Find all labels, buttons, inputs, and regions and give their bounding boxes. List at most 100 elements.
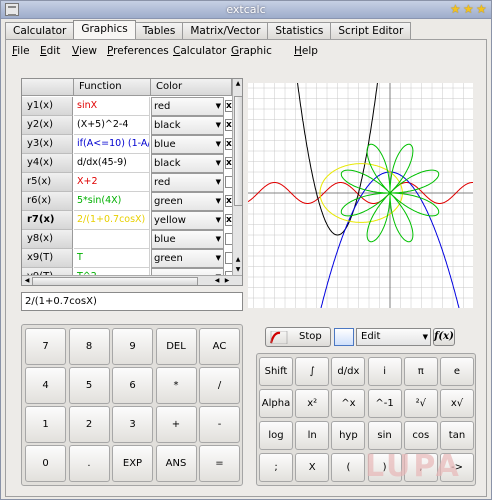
- menu-calculator[interactable]: Calculator: [173, 45, 226, 57]
- key-button[interactable]: DEL: [155, 328, 197, 365]
- function-key-button[interactable]: hyp: [331, 421, 366, 450]
- key-button[interactable]: 3: [112, 406, 153, 443]
- function-cell[interactable]: T: [74, 249, 150, 268]
- function-cell[interactable]: sinX: [74, 97, 150, 116]
- scroll-up-icon[interactable]: ▲: [233, 79, 242, 89]
- key-button[interactable]: ANS: [155, 445, 197, 482]
- function-key-button[interactable]: log: [259, 421, 293, 450]
- key-button[interactable]: 7: [25, 328, 66, 365]
- tab-calculator[interactable]: Calculator: [5, 22, 75, 39]
- row-label[interactable]: x9(T): [22, 249, 73, 268]
- edit-mode-icon[interactable]: [334, 328, 354, 346]
- function-cell[interactable]: d/dx(45-9): [74, 154, 150, 173]
- key-button[interactable]: -: [199, 406, 240, 443]
- function-key-button[interactable]: d/dx: [331, 357, 366, 386]
- table-row[interactable]: r7(x) 2/(1+0.7cosX) yellow ▼ x: [22, 211, 233, 230]
- function-key-button[interactable]: X: [295, 453, 330, 482]
- scroll-right-icon[interactable]: ▶: [222, 276, 232, 285]
- function-cell[interactable]: 5*sin(4X): [74, 192, 150, 211]
- tab-statistics[interactable]: Statistics: [267, 22, 332, 39]
- function-key-button[interactable]: cos: [403, 421, 438, 450]
- row-label[interactable]: r6(x): [22, 192, 73, 211]
- tab-graphics[interactable]: Graphics: [73, 20, 136, 39]
- function-key-button[interactable]: e: [440, 357, 474, 386]
- row-label[interactable]: y3(x): [22, 135, 73, 154]
- function-key-button[interactable]: ²√: [403, 389, 438, 418]
- function-key-button[interactable]: ,: [403, 453, 438, 482]
- menu-help[interactable]: Help: [294, 45, 318, 57]
- color-select[interactable]: blue ▼: [151, 230, 224, 249]
- minimize-star-icon[interactable]: ★: [450, 3, 462, 15]
- menu-view[interactable]: View: [72, 45, 97, 57]
- key-button[interactable]: =: [199, 445, 240, 482]
- function-cell[interactable]: (X+5)^2-4: [74, 116, 150, 135]
- function-key-button[interactable]: i: [367, 357, 402, 386]
- function-cell[interactable]: [74, 230, 150, 249]
- close-star-icon[interactable]: ★: [476, 3, 488, 15]
- function-key-button[interactable]: ln: [295, 421, 330, 450]
- key-button[interactable]: 2: [68, 406, 110, 443]
- key-button[interactable]: 6: [112, 367, 153, 404]
- menu-file[interactable]: File: [12, 45, 30, 57]
- function-key-button[interactable]: π: [403, 357, 438, 386]
- color-select[interactable]: black ▼: [151, 116, 224, 135]
- menu-preferences[interactable]: Preferences: [107, 45, 169, 57]
- scroll-up-icon[interactable]: ▲: [233, 255, 242, 265]
- key-button[interactable]: 9: [112, 328, 153, 365]
- color-select[interactable]: yellow ▼: [151, 211, 224, 230]
- function-key-button[interactable]: tan: [440, 421, 474, 450]
- function-key-button[interactable]: ): [367, 453, 402, 482]
- key-button[interactable]: AC: [199, 328, 240, 365]
- row-label[interactable]: y4(x): [22, 154, 73, 173]
- function-key-button[interactable]: ->: [440, 453, 474, 482]
- function-button[interactable]: f(x): [433, 328, 455, 346]
- function-cell[interactable]: 2/(1+0.7cosX): [74, 211, 150, 230]
- function-key-button[interactable]: Shift: [259, 357, 293, 386]
- color-select[interactable]: red ▼: [151, 173, 224, 192]
- key-button[interactable]: EXP: [112, 445, 153, 482]
- table-row[interactable]: y8(x) blue ▼: [22, 230, 233, 249]
- edit-mode-select[interactable]: Edit ▼: [356, 328, 431, 346]
- function-key-button[interactable]: x√: [440, 389, 474, 418]
- color-select[interactable]: red ▼: [151, 97, 224, 116]
- table-row[interactable]: x9(T) Tgreen ▼: [22, 249, 233, 268]
- function-key-button[interactable]: ;: [259, 453, 293, 482]
- color-select[interactable]: green ▼: [151, 192, 224, 211]
- key-button[interactable]: 5: [68, 367, 110, 404]
- color-select[interactable]: black ▼: [151, 154, 224, 173]
- scroll-thumb[interactable]: [234, 96, 242, 206]
- maximize-star-icon[interactable]: ★: [463, 3, 475, 15]
- function-key-button[interactable]: sin: [367, 421, 402, 450]
- title-bar[interactable]: extcalc ★ ★ ★: [1, 1, 491, 19]
- scroll-down-icon[interactable]: ▼: [233, 265, 242, 275]
- table-row[interactable]: y1(x) sinX red ▼ x: [22, 97, 233, 116]
- tab-tables[interactable]: Tables: [134, 22, 184, 39]
- color-select[interactable]: green ▼: [151, 249, 224, 268]
- function-column-header[interactable]: Function: [74, 79, 151, 96]
- key-button[interactable]: 8: [68, 328, 110, 365]
- menu-graphic[interactable]: Graphic: [231, 45, 272, 57]
- function-key-button[interactable]: ^x: [331, 389, 366, 418]
- row-label[interactable]: y8(x): [22, 230, 73, 249]
- key-button[interactable]: 1: [25, 406, 66, 443]
- function-cell[interactable]: X+2: [74, 173, 150, 192]
- row-label[interactable]: y2(x): [22, 116, 73, 135]
- key-button[interactable]: .: [68, 445, 110, 482]
- table-row[interactable]: r5(x) X+2 red ▼: [22, 173, 233, 192]
- table-row[interactable]: y4(x) d/dx(45-9) black ▼ x: [22, 154, 233, 173]
- row-label[interactable]: y1(x): [22, 97, 73, 116]
- function-cell[interactable]: if(A<=10) (1-A/: [74, 135, 150, 154]
- table-row[interactable]: r6(x) 5*sin(4X) green ▼ x: [22, 192, 233, 211]
- key-button[interactable]: 4: [25, 367, 66, 404]
- scroll-left-icon[interactable]: ◀: [212, 276, 222, 285]
- table-row[interactable]: y3(x) if(A<=10) (1-A/blue ▼ x: [22, 135, 233, 154]
- function-key-button[interactable]: x²: [295, 389, 330, 418]
- key-button[interactable]: /: [199, 367, 240, 404]
- table-horizontal-scrollbar[interactable]: ◀ ◀ ▶: [22, 275, 242, 285]
- graph-canvas[interactable]: [248, 83, 473, 308]
- formula-input[interactable]: 2/(1+0.7cosX): [21, 292, 243, 311]
- color-column-header[interactable]: Color: [151, 79, 232, 96]
- tab-script-editor[interactable]: Script Editor: [330, 22, 412, 39]
- function-key-button[interactable]: ∫: [295, 357, 330, 386]
- row-label[interactable]: r7(x): [22, 211, 73, 230]
